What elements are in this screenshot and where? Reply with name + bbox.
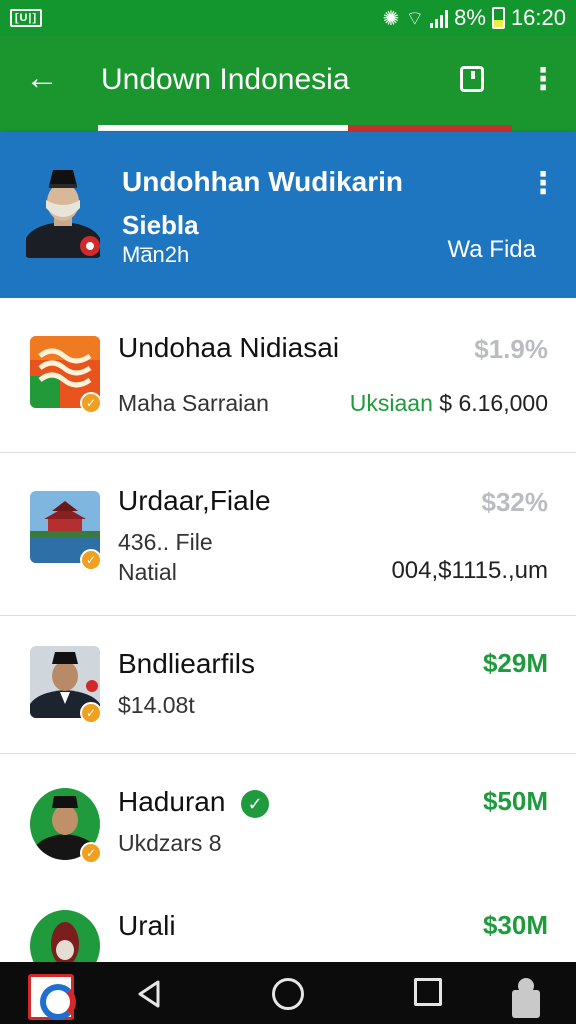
battery-percent: 8% xyxy=(454,5,486,30)
tab-indicator xyxy=(98,125,348,131)
list-item[interactable]: ✓ Urdaar,Fiale 436.. File Natial $32% 00… xyxy=(0,453,576,616)
item-subtitle: Maha Sarraian xyxy=(118,390,269,416)
profile-header[interactable]: Undohhan Wudikarin Siebla Ma̅n2h Wa Fida… xyxy=(0,132,576,298)
bookmark-icon xyxy=(460,66,484,92)
profile-subtitle: Siebla xyxy=(122,210,199,240)
item-title: Bndliearfils xyxy=(118,648,255,679)
nav-home-button[interactable] xyxy=(272,978,304,1010)
more-menu-button[interactable]: ⋮ xyxy=(528,60,558,100)
list-item[interactable]: Urali $30M xyxy=(0,906,576,962)
list-item[interactable]: ✓ Haduran ✓ Ukdzars 8 $50M xyxy=(0,754,576,906)
verified-badge-icon: ✓ xyxy=(80,549,102,571)
item-subtitle: Ukdzars 8 xyxy=(118,830,222,856)
sim-icon: [U|] xyxy=(10,9,42,27)
clock: 16:20 xyxy=(510,5,566,30)
item-title: Urdaar,Fiale xyxy=(118,485,271,516)
item-percent: $32% xyxy=(481,487,549,517)
list-item[interactable]: ✓ Undohaa Nidiasai Maha Sarraian $1.9% U… xyxy=(0,298,576,453)
item-percent: $1.9% xyxy=(474,334,548,364)
person-portrait-icon xyxy=(30,910,100,962)
profile-more-button[interactable]: ⋮ xyxy=(528,164,558,204)
item-amount: $ 6.16,000 xyxy=(439,390,548,416)
more-vert-icon: ⋮ xyxy=(528,167,558,200)
sync-icon: ✺ xyxy=(382,7,400,30)
app-bar: ← Undown Indonesia ⋮ xyxy=(0,36,576,132)
check-circle-icon: ✓ xyxy=(241,789,270,818)
item-title: Urali xyxy=(118,910,176,941)
app-shortcut-icon[interactable] xyxy=(28,974,76,1020)
profile-name: Undohhan Wudikarin xyxy=(122,166,404,197)
system-nav-bar xyxy=(0,962,576,1024)
tab-indicator-accent xyxy=(348,125,512,131)
profile-avatar xyxy=(24,166,102,258)
profile-subtitle-secondary: Ma̅n2h xyxy=(122,242,190,267)
nav-recents-button[interactable] xyxy=(414,978,442,1006)
verified-badge-icon: ✓ xyxy=(80,842,102,864)
signal-icon xyxy=(430,8,449,28)
item-title: Haduran xyxy=(118,786,226,817)
triangle-back-icon xyxy=(138,980,160,1008)
item-title: Undohaa Nidiasai xyxy=(118,332,340,363)
person-portrait-icon xyxy=(24,166,102,258)
item-amount: $30M xyxy=(482,910,548,940)
more-vert-icon: ⋮ xyxy=(528,63,558,96)
nav-back-button[interactable] xyxy=(130,974,170,1014)
bookmark-button[interactable] xyxy=(456,62,488,96)
item-amount-label: Uksiaan xyxy=(349,390,433,416)
profile-right-label: Wa Fida xyxy=(447,236,536,263)
item-subtitle: 436.. File xyxy=(118,529,213,555)
item-subtitle-secondary: Natial xyxy=(118,559,177,585)
list-item[interactable]: ✓ Bndliearfils $14.08t $29M xyxy=(0,616,576,754)
item-amount: $50M xyxy=(482,786,548,816)
item-amount: $29M xyxy=(482,648,548,678)
arrow-left-icon: ← xyxy=(25,59,59,97)
app-title: Undown Indonesia xyxy=(101,63,350,96)
item-amount-line: Uksiaan $ 6.16,000 xyxy=(350,390,548,417)
item-subtitle: $14.08t xyxy=(118,692,195,718)
item-amount: 004,$1115.,um xyxy=(391,557,548,584)
lock-icon[interactable] xyxy=(510,976,542,1020)
back-button[interactable]: ← xyxy=(22,58,62,98)
status-bar: [U|] ✺ ⌔ 8% 16:20 xyxy=(0,0,576,36)
verified-badge-icon: ✓ xyxy=(80,702,102,724)
wifi-icon: ⌔ xyxy=(405,7,425,30)
campaign-list: ✓ Undohaa Nidiasai Maha Sarraian $1.9% U… xyxy=(0,298,576,962)
item-thumbnail xyxy=(30,910,100,962)
verified-badge-icon: ✓ xyxy=(80,392,102,414)
battery-icon xyxy=(491,7,505,29)
item-title-line: Haduran ✓ xyxy=(118,786,270,818)
